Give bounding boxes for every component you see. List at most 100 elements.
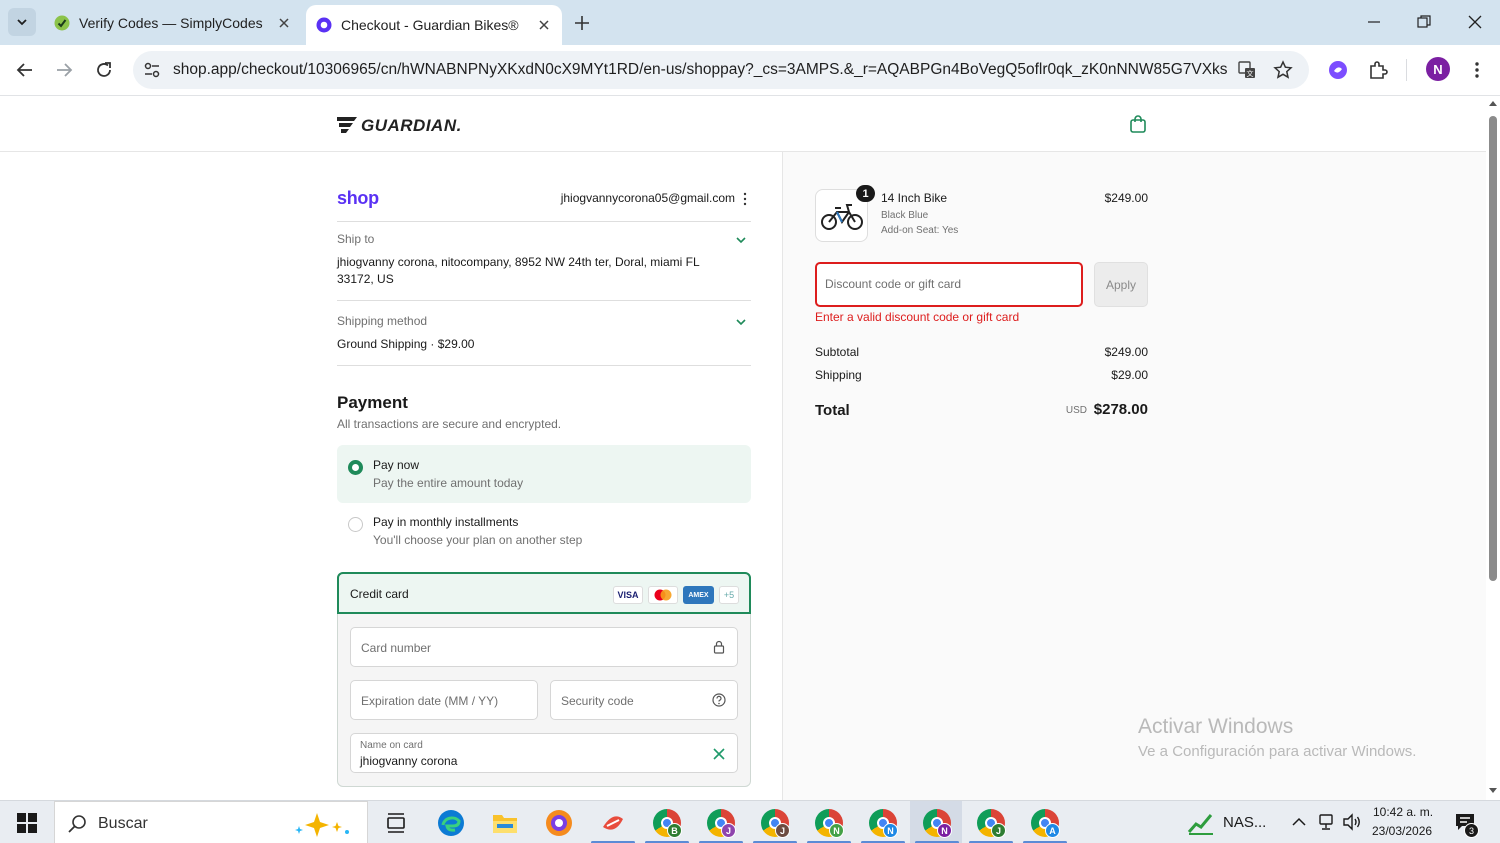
expiration-date-field[interactable]: Expiration date (MM / YY) — [350, 680, 538, 720]
mastercard-logo — [648, 586, 678, 604]
forward-icon[interactable] — [53, 59, 75, 81]
reload-icon[interactable] — [93, 59, 115, 81]
ship-to-chevron-icon[interactable] — [735, 234, 747, 246]
profile-avatar[interactable]: N — [1426, 57, 1450, 81]
scroll-down-icon[interactable] — [1489, 786, 1497, 794]
shipping-label: Shipping — [815, 368, 862, 382]
address-bar[interactable]: shop.app/checkout/10306965/cn/hWNABNPNyX… — [133, 51, 1309, 89]
close-tab-icon[interactable] — [276, 15, 292, 31]
browser-toolbar: shop.app/checkout/10306965/cn/hWNABNPNyX… — [0, 45, 1500, 96]
tab-title: Verify Codes — SimplyCodes — [79, 14, 263, 31]
pay-now-radio[interactable] — [348, 460, 363, 475]
item-name: 14 Inch Bike — [881, 191, 948, 205]
name-on-card-label: Name on card — [360, 740, 423, 751]
chrome-profile-icon[interactable]: N — [923, 809, 952, 838]
scroll-up-icon[interactable] — [1489, 100, 1497, 108]
chrome-profile-icon[interactable]: B — [653, 809, 682, 838]
site-info-icon[interactable] — [141, 59, 163, 81]
extensions-puzzle-icon[interactable] — [1367, 59, 1389, 81]
volume-icon[interactable] — [1342, 813, 1362, 831]
order-summary-pane — [782, 152, 1486, 800]
brand-text: GUARDIAN. — [361, 116, 462, 134]
url-text: shop.app/checkout/10306965/cn/hWNABNPNyX… — [173, 61, 1228, 78]
restore-icon[interactable] — [1414, 12, 1434, 32]
card-number-field[interactable]: Card number — [350, 627, 738, 667]
minimize-icon[interactable] — [1364, 12, 1384, 32]
app-orange-icon[interactable] — [545, 809, 573, 837]
account-menu-icon[interactable] — [740, 192, 750, 206]
stock-chart-icon[interactable] — [1187, 810, 1215, 836]
search-highlight-icon — [295, 813, 349, 837]
network-icon[interactable] — [1317, 813, 1335, 831]
back-icon[interactable] — [14, 59, 36, 81]
store-header: GUARDIAN. — [0, 96, 1486, 152]
checkout-page: GUARDIAN. shop jhiogvannycorona05@gmail.… — [0, 96, 1486, 800]
chrome-profile-icon[interactable]: A — [1031, 809, 1060, 838]
lock-icon — [713, 640, 725, 654]
apply-discount-button[interactable]: Apply — [1094, 262, 1148, 307]
account-email: jhiogvannycorona05@gmail.com — [560, 191, 735, 205]
credit-card-header[interactable]: Credit card VISA AMEX +5 — [337, 572, 751, 614]
subtotal-value: $249.00 — [1104, 345, 1148, 359]
amex-logo: AMEX — [683, 586, 714, 604]
search-placeholder: Buscar — [98, 815, 148, 832]
discount-code-input[interactable]: Discount code or gift card — [815, 262, 1083, 307]
chrome-profile-icon[interactable]: N — [869, 809, 898, 838]
svg-text:文: 文 — [1247, 69, 1254, 78]
option-title: Pay now — [373, 458, 420, 472]
tab-checkout[interactable]: Checkout - Guardian Bikes® — [306, 5, 562, 45]
more-cards-badge: +5 — [719, 586, 739, 604]
shipping-method-chevron-icon[interactable] — [735, 316, 747, 328]
tab-search-button[interactable] — [8, 8, 36, 36]
chrome-profile-icon[interactable]: J — [761, 809, 790, 838]
chrome-profile-icon[interactable]: J — [977, 809, 1006, 838]
taskbar-search[interactable]: Buscar — [54, 801, 368, 843]
ship-to-line1: jhiogvanny corona, nitocompany, 8952 NW … — [337, 255, 700, 269]
payment-title: Payment — [337, 393, 408, 412]
installments-radio[interactable] — [348, 517, 363, 532]
discount-placeholder: Discount code or gift card — [825, 277, 962, 291]
name-on-card-value: jhiogvanny corona — [360, 754, 458, 768]
total-value: $278.00 — [1093, 401, 1148, 418]
windows-activation-title: Activar Windows — [1138, 715, 1294, 738]
stock-widget-text[interactable]: NAS... — [1223, 814, 1266, 831]
scrollbar-thumb[interactable] — [1489, 116, 1497, 581]
close-tab-icon[interactable] — [536, 17, 552, 33]
expiration-placeholder: Expiration date (MM / YY) — [361, 694, 499, 708]
translate-icon[interactable]: 文 — [1237, 60, 1257, 80]
help-circle-icon[interactable] — [712, 693, 726, 707]
bookmark-star-icon[interactable] — [1273, 60, 1293, 80]
installments-option[interactable]: Pay in monthly installments You'll choos… — [337, 502, 751, 560]
more-menu-icon[interactable] — [1466, 59, 1488, 81]
clock-date[interactable]: 23/03/2026 — [1372, 824, 1432, 838]
item-price: $249.00 — [1104, 191, 1148, 205]
shopping-bag-icon[interactable] — [1129, 114, 1147, 134]
credit-card-title: Credit card — [350, 587, 409, 601]
option-title: Pay in monthly installments — [373, 515, 519, 529]
name-on-card-field[interactable]: Name on card jhiogvanny corona — [350, 733, 738, 773]
shop-favicon-icon — [316, 17, 332, 33]
tab-simplycodes[interactable]: Verify Codes — SimplyCodes — [44, 0, 302, 45]
file-explorer-icon[interactable] — [491, 810, 519, 836]
page-scrollbar[interactable] — [1486, 96, 1500, 800]
edge-icon[interactable] — [437, 809, 465, 837]
windows-taskbar: Buscar B J J N N N J A NAS... 10:42 a. m… — [0, 800, 1500, 843]
security-code-placeholder: Security code — [561, 694, 634, 708]
pay-now-option[interactable]: Pay now Pay the entire amount today — [337, 445, 751, 503]
close-window-icon[interactable] — [1465, 12, 1485, 32]
option-subtitle: You'll choose your plan on another step — [373, 533, 583, 547]
subtotal-label: Subtotal — [815, 345, 860, 359]
clock-time[interactable]: 10:42 a. m. — [1373, 805, 1433, 819]
tray-chevron-up-icon[interactable] — [1291, 815, 1307, 829]
ship-to-label: Ship to — [337, 232, 375, 246]
extension-purple-icon[interactable] — [1327, 59, 1349, 81]
windows-start-icon[interactable] — [17, 813, 37, 833]
security-code-field[interactable]: Security code — [550, 680, 738, 720]
new-tab-icon[interactable] — [572, 13, 592, 33]
credit-card-section: Credit card VISA AMEX +5 Card number Exp… — [337, 572, 751, 787]
chrome-profile-icon[interactable]: J — [707, 809, 736, 838]
app-red-icon[interactable] — [599, 809, 627, 837]
guardian-logo[interactable]: GUARDIAN. — [337, 114, 463, 134]
task-view-icon[interactable] — [385, 812, 407, 834]
chrome-profile-icon[interactable]: N — [815, 809, 844, 838]
